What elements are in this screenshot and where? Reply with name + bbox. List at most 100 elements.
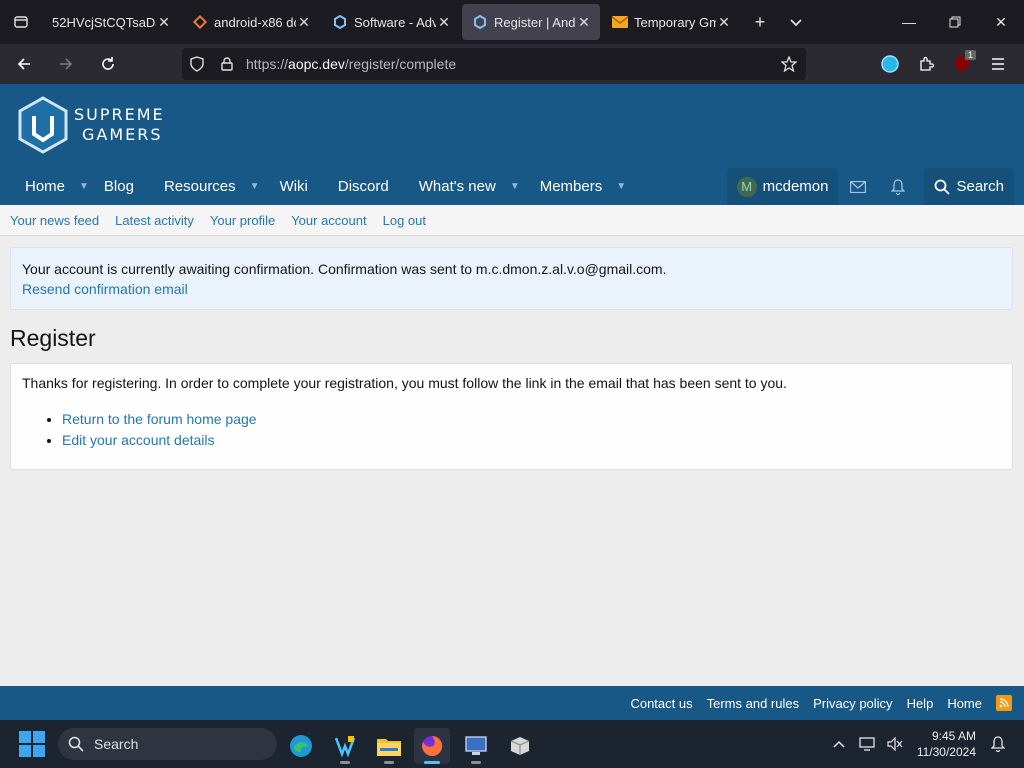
tab-title: 52HVcjStCQTsaDJW [52, 14, 156, 30]
extension-badge: 1 [964, 50, 976, 60]
tab-title: Temporary Gma [634, 14, 716, 30]
windows-start-icon[interactable] [19, 731, 45, 757]
rss-icon[interactable] [996, 695, 1012, 711]
taskbar-search[interactable]: Search [58, 728, 277, 760]
notification-bell-icon[interactable] [984, 736, 1012, 752]
username: mcdemon [762, 178, 829, 195]
footer-privacy-link[interactable]: Privacy policy [813, 696, 892, 711]
package-box-icon[interactable] [502, 728, 538, 764]
close-icon[interactable]: ✕ [576, 14, 592, 31]
browser-nav-bar: https://aopc.dev/register/complete 1 [0, 44, 1024, 84]
bell-icon[interactable] [878, 168, 918, 205]
tab-overview-icon[interactable] [0, 0, 42, 44]
url-text[interactable]: https://aopc.dev/register/complete [246, 56, 772, 72]
register-complete-block: Thanks for registering. In order to comp… [10, 363, 1013, 470]
new-tab-button[interactable]: + [742, 4, 778, 40]
registration-message: Thanks for registering. In order to comp… [22, 375, 787, 391]
nav-item-whats-new[interactable]: What's new ▼ [389, 168, 520, 205]
display-icon[interactable] [853, 737, 881, 751]
nav-label: Home [25, 178, 66, 195]
shield-icon[interactable] [182, 56, 212, 72]
subnav-log-out[interactable]: Log out [383, 213, 426, 228]
lock-icon[interactable] [212, 57, 242, 71]
nav-item-members[interactable]: Members ▼ [520, 168, 626, 205]
account-menu[interactable]: M mcdemon [726, 168, 839, 205]
ublock-shield-icon[interactable]: 1 [944, 48, 980, 80]
edge-browser-icon[interactable] [283, 728, 319, 764]
site-header: SUPREME GAMERS [0, 84, 1024, 168]
search-label: Search [956, 178, 1004, 195]
url-bar[interactable]: https://aopc.dev/register/complete [182, 48, 806, 80]
caret-down-icon[interactable]: ▼ [79, 181, 89, 192]
remote-desktop-icon[interactable] [458, 728, 494, 764]
hamburger-menu-icon[interactable] [980, 48, 1016, 80]
return-home-link[interactable]: Return to the forum home page [62, 409, 1001, 430]
running-indicator [340, 761, 350, 764]
nav-label: Wiki [279, 178, 308, 195]
close-window-button[interactable]: ✕ [978, 0, 1024, 44]
tab-title: android-x86 dow [214, 14, 296, 30]
notice-message: Your account is currently awaiting confi… [22, 261, 667, 277]
subnav-your-profile[interactable]: Your profile [210, 213, 275, 228]
close-icon[interactable]: ✕ [716, 14, 732, 31]
search-icon [935, 179, 951, 195]
window-controls: — ✕ [886, 0, 1024, 44]
vpn-globe-icon[interactable] [872, 48, 908, 80]
browser-tab[interactable]: Temporary Gma ✕ [602, 4, 740, 40]
footer-contact-link[interactable]: Contact us [630, 696, 692, 711]
footer-help-link[interactable]: Help [907, 696, 934, 711]
main-navigation: Home ▼ Blog Resources ▼ Wiki Discord What'… [0, 168, 1024, 205]
site-logo[interactable]: SUPREME GAMERS [16, 96, 165, 154]
edit-account-link[interactable]: Edit your account details [62, 430, 1001, 451]
extensions-puzzle-icon[interactable] [908, 48, 944, 80]
subnav-news-feed[interactable]: Your news feed [10, 213, 99, 228]
taskbar-search-label: Search [94, 736, 139, 752]
chevron-up-icon[interactable] [825, 740, 853, 748]
toolbar-right: 1 [872, 48, 1016, 80]
caret-down-icon[interactable]: ▼ [510, 181, 520, 192]
browser-tab-active[interactable]: Register | Andro ✕ [462, 4, 600, 40]
search-button[interactable]: Search [924, 168, 1014, 205]
nav-item-blog[interactable]: Blog [89, 168, 134, 205]
system-clock[interactable]: 9:45 AM 11/30/2024 [917, 728, 976, 760]
envelope-icon[interactable] [838, 168, 878, 205]
mail-icon [612, 14, 628, 30]
close-icon[interactable]: ✕ [436, 14, 452, 31]
volume-muted-icon[interactable] [881, 737, 909, 751]
browser-tab[interactable]: 52HVcjStCQTsaDJW ✕ [42, 4, 180, 40]
minimize-button[interactable]: — [886, 0, 932, 44]
tab-title: Software - Adva [354, 14, 436, 30]
nav-label: What's new [418, 178, 496, 195]
nav-item-home[interactable]: Home ▼ [0, 168, 89, 205]
bookmark-star-icon[interactable] [772, 56, 806, 72]
footer-home-link[interactable]: Home [947, 696, 982, 711]
file-explorer-icon[interactable] [371, 728, 407, 764]
nav-item-wiki[interactable]: Wiki [260, 168, 308, 205]
back-arrow-icon[interactable] [6, 48, 42, 80]
nav-label: Resources [163, 178, 236, 195]
restore-button[interactable] [932, 0, 978, 44]
nav-item-resources[interactable]: Resources ▼ [134, 168, 260, 205]
diamond-icon [192, 14, 208, 30]
confirmation-notice: Your account is currently awaiting confi… [10, 247, 1013, 310]
nav-label: Discord [337, 178, 389, 195]
caret-down-icon[interactable]: ▼ [250, 181, 260, 192]
footer-terms-link[interactable]: Terms and rules [707, 696, 799, 711]
resend-confirmation-link[interactable]: Resend confirmation email [22, 279, 1001, 300]
tab-list-chevron-icon[interactable] [778, 4, 814, 40]
account-sub-navigation: Your news feed Latest activity Your prof… [0, 205, 1024, 236]
logo-wordmark: SUPREME GAMERS [74, 105, 165, 145]
site-footer: Contact us Terms and rules Privacy polic… [0, 686, 1024, 720]
subnav-your-account[interactable]: Your account [291, 213, 366, 228]
browser-tab[interactable]: android-x86 dow ✕ [182, 4, 320, 40]
reload-icon[interactable] [90, 48, 126, 80]
browser-tab[interactable]: Software - Adva ✕ [322, 4, 460, 40]
subnav-latest-activity[interactable]: Latest activity [115, 213, 194, 228]
code-editor-icon[interactable] [327, 728, 363, 764]
forward-arrow-icon[interactable] [48, 48, 84, 80]
caret-down-icon[interactable]: ▼ [616, 181, 626, 192]
close-icon[interactable]: ✕ [156, 14, 172, 31]
firefox-icon[interactable] [414, 728, 450, 764]
close-icon[interactable]: ✕ [296, 14, 312, 31]
nav-item-discord[interactable]: Discord [308, 168, 389, 205]
